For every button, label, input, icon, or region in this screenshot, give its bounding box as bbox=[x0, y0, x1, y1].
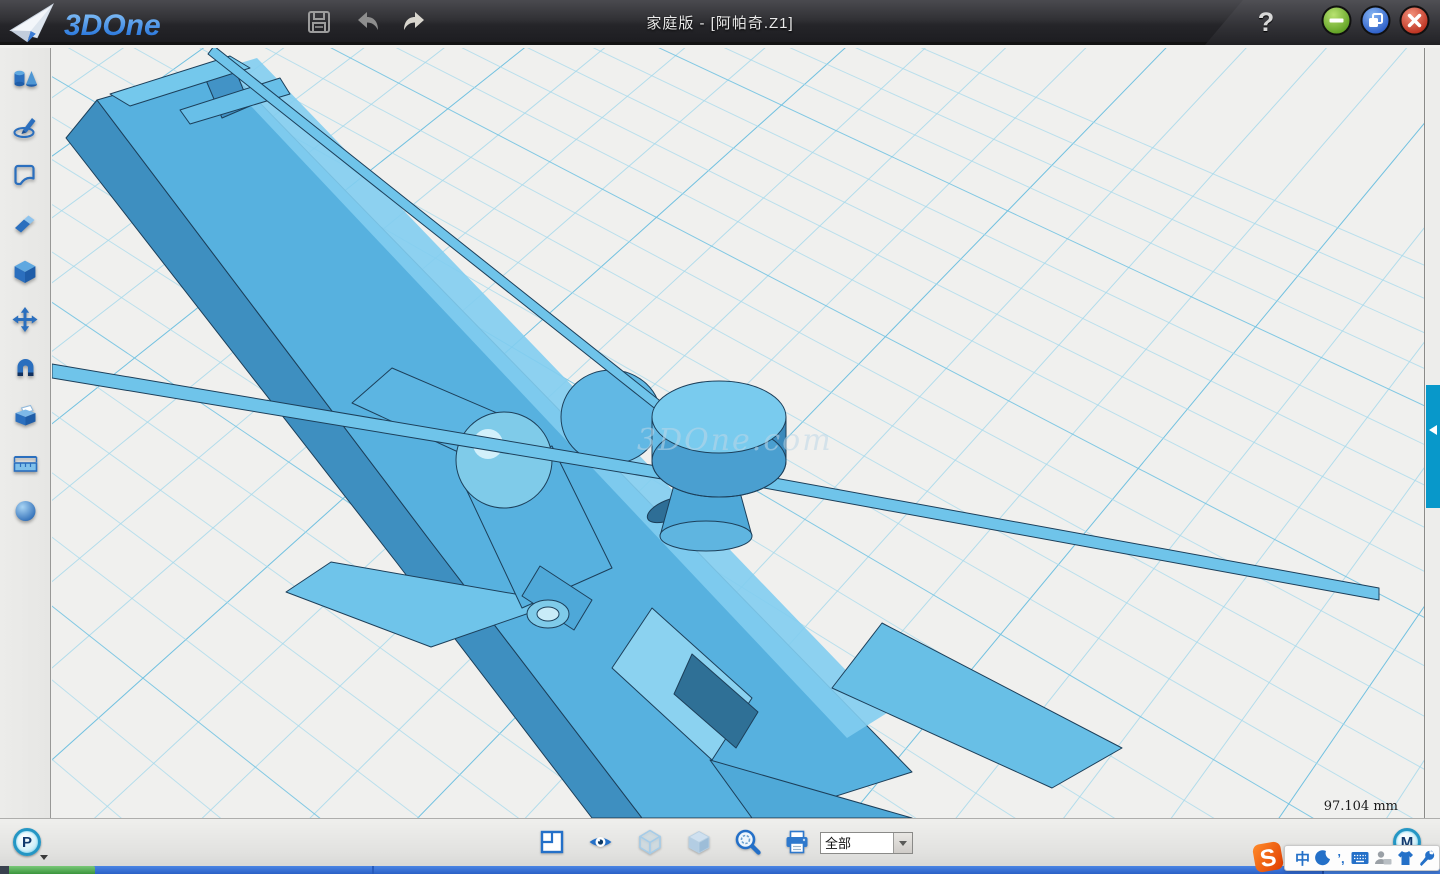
windows-taskbar-edge bbox=[0, 866, 1440, 874]
3d-scene: 3DOne.com bbox=[52, 48, 1425, 818]
start-button-edge[interactable] bbox=[9, 866, 95, 874]
printer-icon bbox=[784, 829, 810, 855]
sidebar-tool-magnet-constraint[interactable] bbox=[3, 349, 47, 385]
shaded-view-button[interactable] bbox=[685, 828, 712, 855]
measure-ruler-icon bbox=[12, 452, 39, 474]
ime-toolbar: 中 ’, bbox=[1284, 845, 1440, 871]
view-corner-button[interactable] bbox=[538, 828, 565, 855]
right-panel-strip bbox=[1426, 48, 1440, 818]
shaded-cube-icon bbox=[686, 828, 712, 855]
magnet-icon bbox=[12, 355, 39, 379]
3done-window: 3DOne 家庭版 - [阿帕奇. bbox=[0, 0, 1440, 874]
minimize-button[interactable] bbox=[1321, 5, 1352, 36]
sogou-logo[interactable]: S bbox=[1250, 840, 1286, 874]
sidebar-tool-primitives[interactable] bbox=[3, 61, 47, 97]
cube-icon bbox=[12, 259, 38, 284]
sidebar-tool-special-box[interactable] bbox=[3, 397, 47, 433]
print-button[interactable] bbox=[783, 828, 810, 855]
user-icon[interactable] bbox=[1374, 848, 1392, 868]
primitives-icon bbox=[12, 67, 39, 91]
sidebar-tool-eraser[interactable] bbox=[3, 205, 47, 241]
sidebar-tool-move[interactable] bbox=[3, 301, 47, 337]
shirt-icon[interactable] bbox=[1397, 848, 1414, 868]
magnifier-icon bbox=[734, 828, 761, 855]
sidebar-tool-sketch[interactable] bbox=[3, 109, 47, 145]
dropdown-arrow-button[interactable] bbox=[893, 833, 912, 853]
wireframe-view-button[interactable] bbox=[636, 828, 663, 855]
keyboard-icon[interactable] bbox=[1351, 848, 1369, 868]
display-filter-dropdown[interactable]: 全部 bbox=[820, 832, 913, 854]
window-title: 家庭版 - [阿帕奇.Z1] bbox=[0, 0, 1440, 45]
move-arrows-icon bbox=[12, 307, 38, 332]
pm-left-badge[interactable]: P bbox=[13, 828, 41, 856]
view-corner-icon bbox=[539, 829, 565, 855]
sphere-icon bbox=[13, 499, 38, 523]
grid-scale-label: 97.104 mm bbox=[1324, 799, 1398, 814]
close-button[interactable] bbox=[1399, 5, 1430, 36]
view-toolbar bbox=[538, 828, 810, 855]
left-toolbar bbox=[0, 48, 51, 818]
status-bar: P bbox=[0, 818, 1440, 866]
3d-viewport[interactable]: 3DOne.com 97.104 mm bbox=[52, 48, 1425, 818]
open-box-icon bbox=[12, 403, 39, 427]
maximize-button[interactable] bbox=[1360, 5, 1391, 36]
ime-punctuation-mode[interactable]: ’, bbox=[1336, 848, 1346, 868]
sidebar-tool-material-sphere[interactable] bbox=[3, 493, 47, 529]
badge-dropdown-caret[interactable] bbox=[40, 855, 48, 860]
surface-sheet-icon bbox=[12, 163, 38, 187]
eye-icon bbox=[587, 829, 614, 855]
sidebar-tool-measure[interactable] bbox=[3, 445, 47, 481]
panel-expand-tab[interactable] bbox=[1426, 385, 1440, 508]
title-bar: 3DOne 家庭版 - [阿帕奇. bbox=[0, 0, 1440, 45]
display-filter-value: 全部 bbox=[821, 833, 893, 853]
eraser-icon bbox=[12, 211, 38, 235]
minimize-icon bbox=[1330, 19, 1344, 23]
taskbar-corner bbox=[0, 866, 9, 874]
help-button[interactable]: ? bbox=[1250, 2, 1282, 42]
sketch-pen-icon bbox=[12, 115, 38, 139]
ime-language-mode[interactable]: 中 bbox=[1295, 848, 1310, 868]
chevron-down-icon bbox=[899, 841, 907, 846]
zoom-button[interactable] bbox=[734, 828, 761, 855]
watermark: 3DOne.com bbox=[637, 423, 833, 458]
sidebar-tool-feature-cube[interactable] bbox=[3, 253, 47, 289]
chevron-left-icon bbox=[1429, 425, 1437, 435]
visibility-button[interactable] bbox=[587, 828, 614, 855]
moon-icon[interactable] bbox=[1315, 848, 1331, 868]
taskbar-divider bbox=[372, 866, 374, 874]
wireframe-cube-icon bbox=[637, 828, 663, 855]
sidebar-tool-surface[interactable] bbox=[3, 157, 47, 193]
wrench-icon[interactable] bbox=[1419, 848, 1435, 868]
